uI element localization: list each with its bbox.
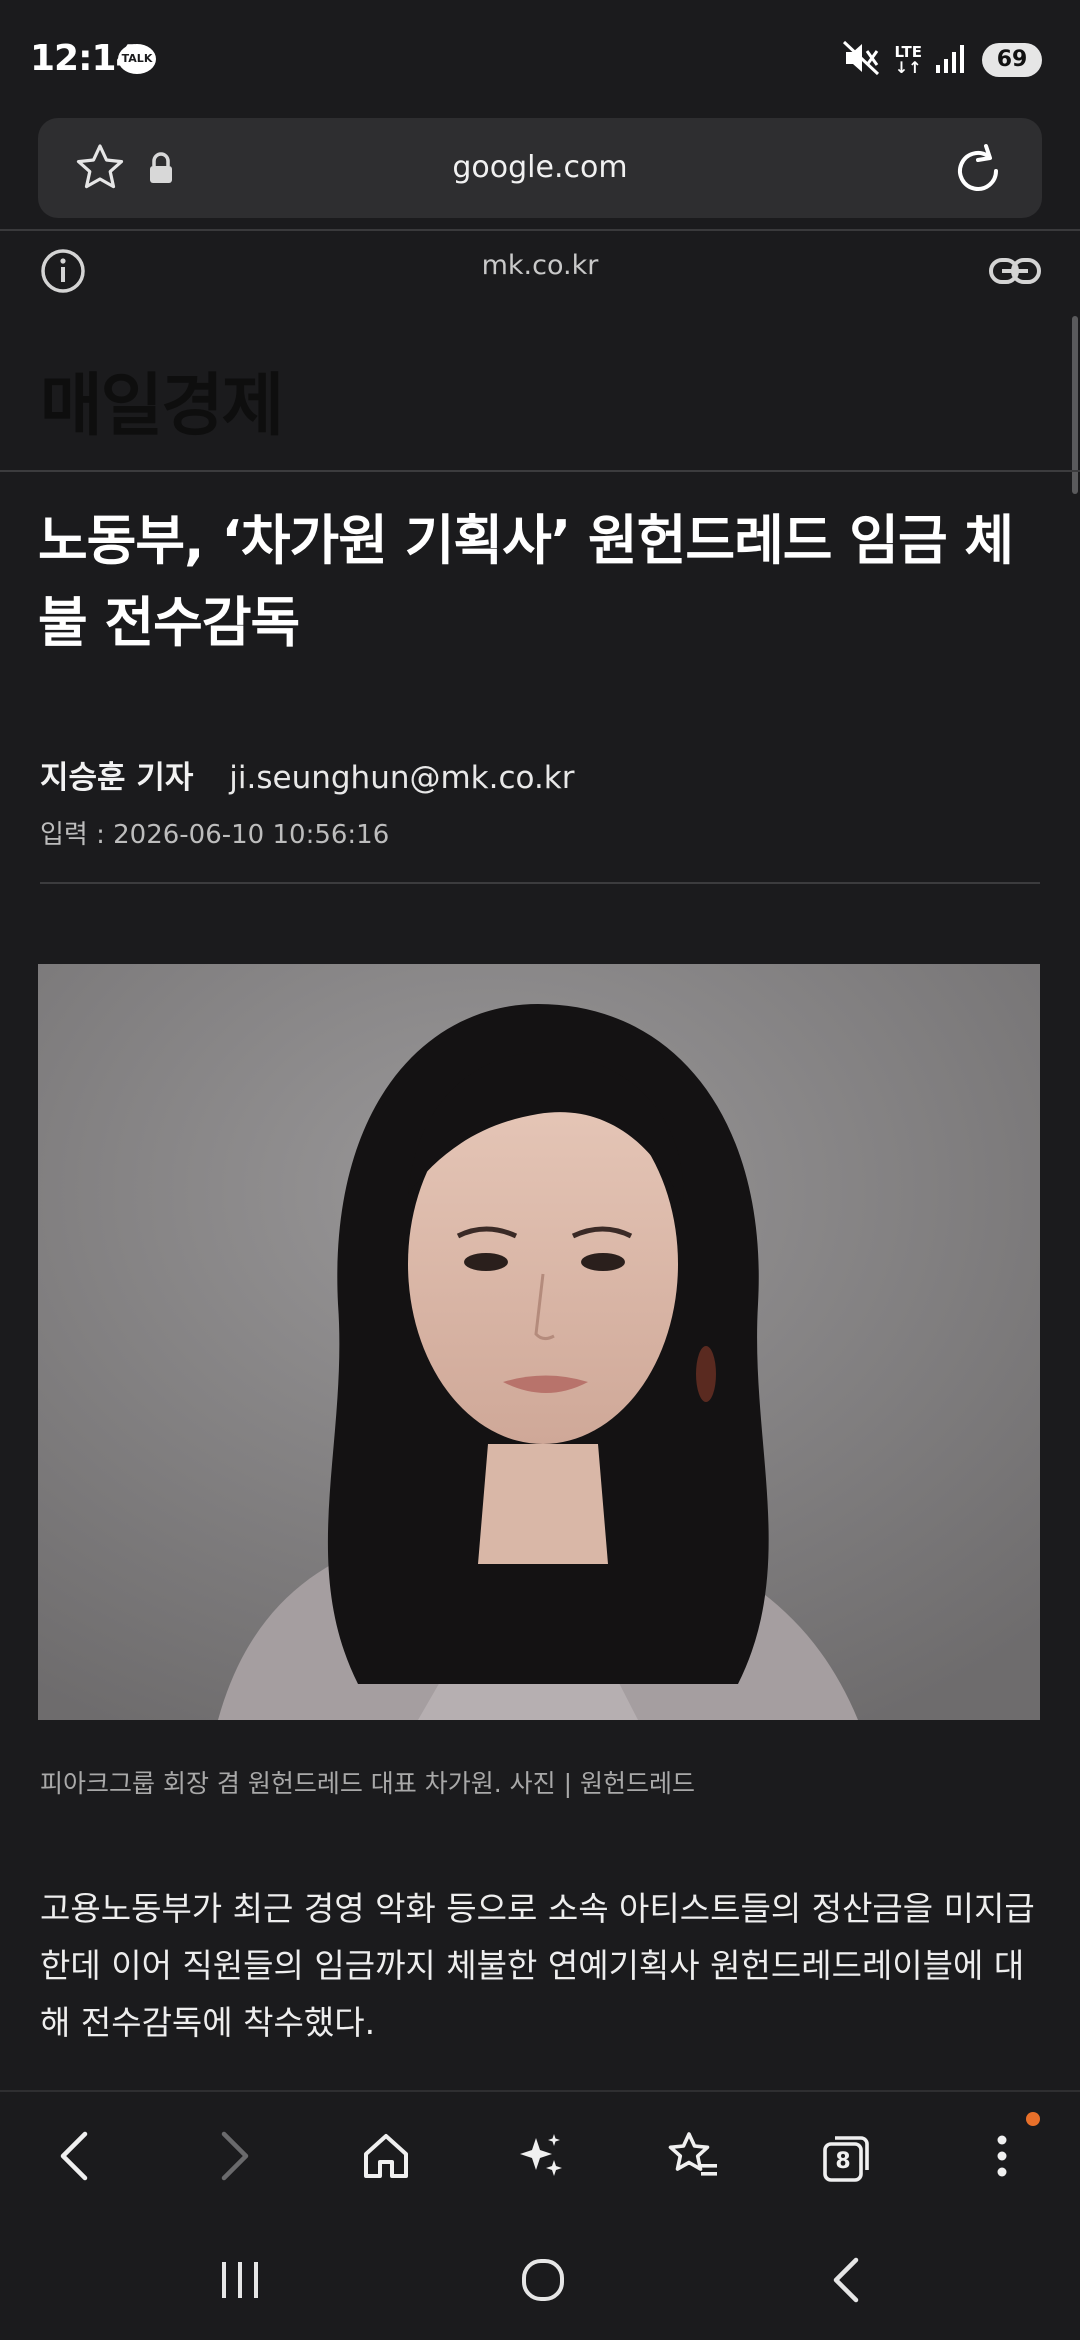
photo-caption: 피아크그룹 회장 겸 원헌드레드 대표 차가원. 사진 | 원헌드레드	[40, 1769, 695, 1798]
toolbar-divider	[0, 229, 1080, 231]
back-arrow-icon	[828, 2256, 864, 2308]
ai-assistant-button[interactable]	[500, 2118, 580, 2198]
home-circle-icon	[520, 2257, 566, 2307]
article-body: 고용노동부가 최근 경영 악화 등으로 소속 아티스트들의 정산금을 미지급 한…	[40, 1889, 1035, 2042]
system-home-button[interactable]	[503, 2252, 583, 2312]
masthead-divider	[0, 470, 1080, 472]
address-bar[interactable]: google.com	[38, 118, 1042, 218]
back-button[interactable]	[35, 2118, 115, 2198]
more-vertical-icon	[992, 2130, 1012, 2186]
tabs-button[interactable]: 8	[807, 2118, 887, 2198]
url-text[interactable]: google.com	[38, 118, 1042, 218]
article-photo[interactable]	[38, 964, 1040, 1720]
kakaotalk-notification-icon: TALK	[118, 44, 156, 74]
system-navigation-bar	[0, 2222, 1080, 2340]
lock-icon[interactable]	[148, 152, 174, 188]
system-back-button[interactable]	[806, 2252, 886, 2312]
scrollbar[interactable]	[1072, 316, 1078, 494]
recent-apps-button[interactable]	[200, 2252, 280, 2312]
status-icons: LTE ↓↑ 69	[842, 40, 1042, 80]
forward-button[interactable]	[194, 2118, 274, 2198]
article-headline: 노동부, ‘차가원 기획사’ 원헌드레드 임금 체불 전수감독	[38, 509, 1014, 654]
lte-indicator: LTE ↓↑	[894, 42, 922, 77]
battery-indicator: 69	[982, 43, 1042, 77]
notification-dot	[1026, 2112, 1040, 2126]
publish-date: 입력 : 2026-06-10 10:56:16	[40, 820, 390, 850]
chevron-left-icon	[55, 2130, 95, 2186]
tab-count: 8	[835, 2149, 851, 2174]
link-icon[interactable]	[988, 254, 1042, 292]
tabs-icon: 8	[821, 2132, 873, 2184]
site-domain: mk.co.kr	[481, 250, 599, 281]
more-menu-button[interactable]	[962, 2118, 1042, 2198]
byline-divider	[40, 882, 1040, 884]
author-email[interactable]: ji.seunghun@mk.co.kr	[229, 760, 574, 796]
recents-icon	[218, 2260, 262, 2304]
bookmark-list-icon	[665, 2130, 721, 2186]
mute-icon	[842, 40, 880, 80]
newspaper-logo[interactable]: 매일경제	[40, 350, 284, 449]
signal-icon	[936, 43, 968, 77]
home-button[interactable]	[346, 2118, 426, 2198]
reload-icon[interactable]	[952, 140, 1006, 200]
chevron-right-icon	[214, 2130, 254, 2186]
status-bar: 12:14 TALK LTE ↓↑ 69	[0, 0, 1080, 118]
sparkle-icon	[514, 2130, 566, 2186]
bookmark-star-icon[interactable]	[74, 142, 126, 198]
home-icon	[360, 2130, 412, 2186]
browser-toolbar: 8	[0, 2090, 1080, 2224]
bookmarks-button[interactable]	[653, 2118, 733, 2198]
byline: 지승훈 기자 ji.seunghun@mk.co.kr	[40, 752, 575, 797]
author-name: 지승훈 기자	[40, 760, 194, 796]
